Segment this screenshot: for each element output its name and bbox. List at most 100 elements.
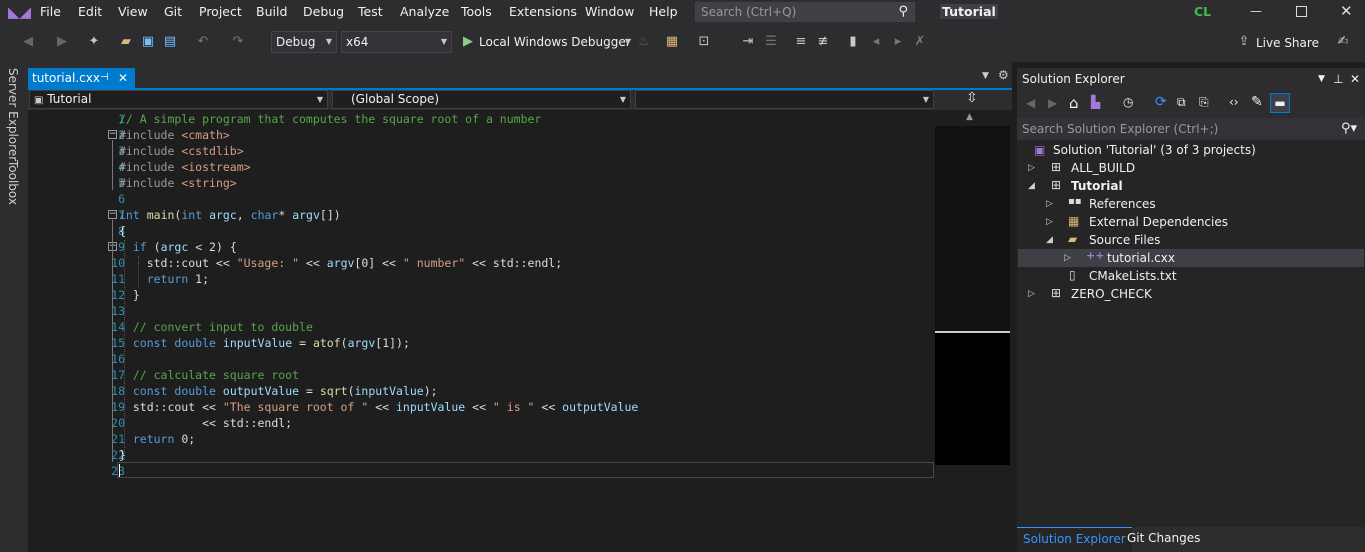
menu-analyze[interactable]: Analyze bbox=[400, 4, 449, 19]
close-icon[interactable]: ✕ bbox=[1340, 2, 1353, 20]
open-folder-icon[interactable]: ▰ bbox=[118, 34, 134, 50]
source-files-node[interactable]: ▰ Source Files bbox=[1066, 231, 1356, 249]
live-share-button[interactable]: Live Share bbox=[1256, 36, 1319, 50]
show-all-files-icon[interactable]: ⎘ bbox=[1199, 95, 1209, 110]
save-all-icon[interactable]: ▤ bbox=[162, 34, 178, 50]
start-debugger-button[interactable]: Local Windows Debugger bbox=[479, 35, 631, 49]
split-editor-icon[interactable]: ⇳ bbox=[966, 90, 978, 106]
format-icon[interactable]: ☰ bbox=[763, 34, 779, 50]
file-tutorial-cxx[interactable]: ++ tutorial.cxx bbox=[1084, 249, 1354, 267]
menu-extensions[interactable]: Extensions bbox=[509, 4, 577, 19]
expand-arrow-icon[interactable]: ▷ bbox=[1064, 249, 1071, 267]
collapse-arrow-icon[interactable]: ◢ bbox=[1046, 231, 1053, 249]
view-code-icon[interactable]: ‹› bbox=[1229, 95, 1239, 109]
solution-root[interactable]: ▣ Solution 'Tutorial' (3 of 3 projects) bbox=[1030, 141, 1360, 159]
global-search-input[interactable]: Search (Ctrl+Q) ⚲ bbox=[695, 2, 915, 22]
project-dropdown-value: Tutorial bbox=[47, 92, 92, 106]
expand-arrow-icon[interactable]: ▷ bbox=[1028, 285, 1035, 303]
code-line: } bbox=[119, 448, 126, 462]
step-icon[interactable]: ⇥ bbox=[740, 34, 756, 50]
user-avatar[interactable]: CL bbox=[1194, 4, 1211, 19]
prev-bookmark-icon[interactable]: ◂ bbox=[868, 34, 884, 50]
minimize-icon[interactable]: — bbox=[1250, 4, 1264, 18]
configuration-select[interactable]: Debug ▼ bbox=[271, 31, 337, 53]
properties-icon[interactable]: ✎ bbox=[1251, 94, 1263, 110]
new-item-icon[interactable]: ✦ bbox=[86, 34, 102, 50]
menu-project[interactable]: Project bbox=[199, 4, 242, 19]
comment-icon[interactable]: ≡ bbox=[793, 34, 809, 50]
back-icon[interactable]: ◀ bbox=[20, 34, 36, 50]
chevron-down-icon[interactable]: ▼ bbox=[620, 34, 636, 50]
minimap-viewport[interactable] bbox=[935, 126, 1010, 333]
screenshot-icon[interactable]: ⊡ bbox=[696, 34, 712, 50]
feedback-icon[interactable]: ✍ bbox=[1335, 34, 1351, 50]
references-node[interactable]: ▪▪ References bbox=[1066, 195, 1356, 213]
next-bookmark-icon[interactable]: ▸ bbox=[890, 34, 906, 50]
pin-icon[interactable]: ⊣ bbox=[100, 68, 109, 88]
member-dropdown[interactable]: ▼ bbox=[635, 90, 934, 109]
maximize-icon[interactable] bbox=[1296, 6, 1307, 17]
scroll-up-arrow-icon[interactable]: ▲ bbox=[966, 112, 973, 122]
back-icon[interactable]: ◀ bbox=[1026, 96, 1035, 110]
fold-toggle[interactable]: − bbox=[108, 210, 117, 219]
collapse-all-icon[interactable]: ⧉ bbox=[1177, 95, 1186, 110]
project-dropdown[interactable]: ▣ Tutorial ▼ bbox=[29, 90, 328, 109]
expand-arrow-icon[interactable]: ▷ bbox=[1046, 195, 1053, 213]
menu-debug[interactable]: Debug bbox=[303, 4, 344, 19]
menu-git[interactable]: Git bbox=[164, 4, 182, 19]
server-explorer-tab[interactable]: Server Explorer bbox=[6, 68, 20, 161]
undo-icon[interactable]: ↶ bbox=[195, 34, 211, 50]
uncomment-icon[interactable]: ≢ bbox=[815, 34, 831, 50]
chevron-down-icon[interactable]: ▼ bbox=[1318, 68, 1325, 90]
fold-toggle[interactable]: − bbox=[108, 130, 117, 139]
preprocessor-token: #include bbox=[119, 176, 175, 190]
menu-view[interactable]: View bbox=[118, 4, 148, 19]
menu-file[interactable]: File bbox=[40, 4, 61, 19]
menu-edit[interactable]: Edit bbox=[78, 4, 102, 19]
minimap[interactable] bbox=[935, 126, 1010, 465]
play-icon[interactable]: ▶ bbox=[460, 34, 476, 50]
close-tab-icon[interactable]: ✕ bbox=[118, 68, 128, 88]
pin-icon[interactable]: ⊥ bbox=[1333, 68, 1343, 90]
collapse-arrow-icon[interactable]: ◢ bbox=[1028, 177, 1035, 195]
forward-icon[interactable]: ▶ bbox=[54, 34, 70, 50]
close-icon[interactable]: ✕ bbox=[1350, 68, 1360, 90]
tab-git-changes[interactable]: Git Changes bbox=[1127, 527, 1200, 552]
expand-arrow-icon[interactable]: ▷ bbox=[1046, 213, 1053, 231]
text-cursor bbox=[119, 464, 120, 477]
hot-reload-icon[interactable]: ♨ bbox=[636, 34, 652, 50]
menu-window[interactable]: Window bbox=[585, 4, 634, 19]
home-icon[interactable]: ⌂ bbox=[1069, 94, 1079, 112]
clear-bookmarks-icon[interactable]: ✗ bbox=[912, 34, 928, 50]
tab-list-icon[interactable]: ▼ bbox=[982, 71, 989, 81]
settings-icon[interactable]: ⚙ bbox=[998, 68, 1009, 82]
preview-icon[interactable]: ▬ bbox=[1270, 93, 1290, 113]
save-icon[interactable]: ▣ bbox=[140, 34, 156, 50]
project-all-build[interactable]: ⊞ ALL_BUILD bbox=[1048, 159, 1358, 177]
platform-select[interactable]: x64 ▼ bbox=[341, 31, 452, 53]
menu-tools[interactable]: Tools bbox=[461, 4, 492, 19]
comment-token: // A simple program that computes the sq… bbox=[119, 112, 542, 126]
sync-icon[interactable]: ⟳ bbox=[1155, 94, 1167, 110]
solution-search-input[interactable]: Search Solution Explorer (Ctrl+;) ⚲▾ bbox=[1017, 118, 1365, 140]
switch-views-icon[interactable]: ▙ bbox=[1091, 95, 1100, 109]
toolbox-tab[interactable]: Toolbox bbox=[6, 160, 20, 205]
menu-test[interactable]: Test bbox=[358, 4, 383, 19]
live-share-icon[interactable]: ⇪ bbox=[1236, 34, 1252, 50]
external-dependencies-node[interactable]: ▦ External Dependencies bbox=[1066, 213, 1356, 231]
redo-icon[interactable]: ↷ bbox=[230, 34, 246, 50]
expand-arrow-icon[interactable]: ▷ bbox=[1028, 159, 1035, 177]
project-tutorial[interactable]: ⊞ Tutorial bbox=[1048, 177, 1358, 195]
browse-icon[interactable]: ▦ bbox=[664, 34, 680, 50]
menu-help[interactable]: Help bbox=[649, 4, 678, 19]
pending-changes-icon[interactable]: ◷ bbox=[1123, 95, 1133, 109]
bookmark-icon[interactable]: ▮ bbox=[845, 34, 861, 50]
file-cmakelists[interactable]: ▯ CMakeLists.txt bbox=[1066, 267, 1356, 285]
tab-solution-explorer[interactable]: Solution Explorer bbox=[1017, 527, 1132, 552]
tab-tutorial-cxx[interactable]: tutorial.cxx ⊣ ✕ bbox=[28, 68, 135, 88]
forward-icon[interactable]: ▶ bbox=[1048, 96, 1057, 110]
menu-build[interactable]: Build bbox=[256, 4, 287, 19]
scope-dropdown[interactable]: (Global Scope) ▼ bbox=[332, 90, 631, 109]
project-zero-check[interactable]: ⊞ ZERO_CHECK bbox=[1048, 285, 1358, 303]
code-line: if (argc < 2) { bbox=[132, 240, 237, 254]
